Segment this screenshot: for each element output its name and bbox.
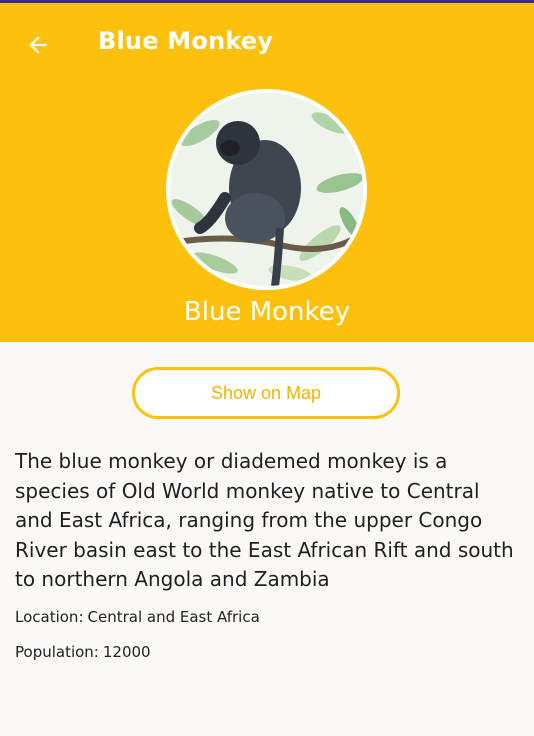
back-button[interactable] [18, 25, 58, 65]
show-on-map-button[interactable]: Show on Map [132, 367, 400, 419]
location-label: Location: [15, 608, 84, 626]
location-value: Central and East Africa [87, 608, 260, 626]
page-title: Blue Monkey [98, 27, 274, 55]
location-row: Location: Central and East Africa [15, 608, 260, 626]
header: Blue Monkey Blue Monkey [0, 3, 534, 342]
animal-description: The blue monkey or diademed monkey is a … [15, 449, 514, 591]
animal-photo [170, 93, 363, 286]
avatar-frame [166, 89, 367, 290]
population-value: 12000 [102, 643, 151, 661]
arrow-left-icon [29, 36, 47, 54]
animal-name: Blue Monkey [183, 297, 351, 327]
population-row: Population: 12000 [15, 643, 151, 661]
blue-monkey-photo [170, 93, 363, 286]
population-label: Population: [15, 643, 99, 661]
